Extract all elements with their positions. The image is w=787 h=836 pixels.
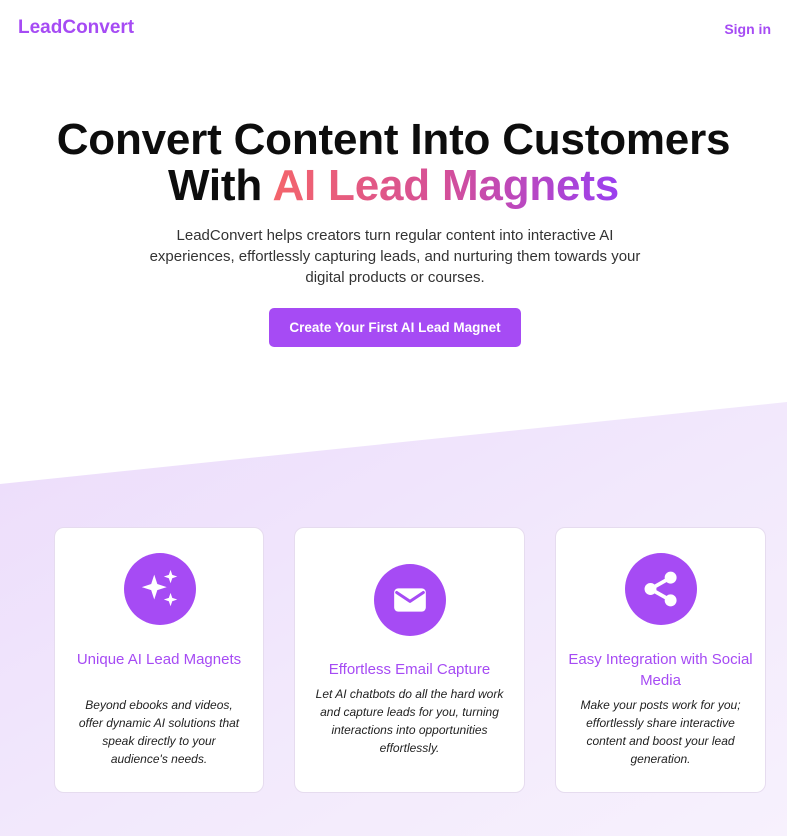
hero-title-line-1: Convert Content Into Customers [56, 115, 731, 164]
hero-title-line-2: With AI Lead Magnets [0, 163, 787, 209]
feature-description: Make your posts work for you; effortless… [580, 698, 741, 766]
share-icon [625, 553, 697, 625]
feature-description: Beyond ebooks and videos, offer dynamic … [78, 698, 240, 766]
feature-card-social-media: Easy Integration with Social Media Make … [555, 527, 766, 793]
feature-card-ai-lead-magnets: Unique AI Lead Magnets Beyond ebooks and… [54, 527, 264, 793]
landing-page: LeadConvert Sign in Convert Content Into… [0, 0, 787, 836]
feature-title: Easy Integration with Social Media [568, 651, 753, 689]
hero-title: Convert Content Into Customers With AI L… [0, 117, 787, 209]
hero-title-highlight: AI Lead Magnets [272, 161, 620, 210]
feature-title: Unique AI Lead Magnets [76, 651, 242, 668]
feature-card-email-capture: Effortless Email Capture Let AI chatbots… [294, 527, 525, 793]
hero-title-prefix: With [167, 161, 273, 210]
brand-logo[interactable]: LeadConvert [18, 17, 134, 39]
hero-subtitle: LeadConvert helps creators turn regular … [149, 227, 641, 286]
sign-in-link[interactable]: Sign in [724, 21, 771, 37]
envelope-icon [374, 564, 446, 636]
feature-description: Let AI chatbots do all the hard work and… [315, 687, 504, 755]
create-lead-magnet-button[interactable]: Create Your First AI Lead Magnet [269, 308, 521, 347]
sparkles-icon [124, 553, 196, 625]
feature-title: Effortless Email Capture [328, 661, 491, 678]
